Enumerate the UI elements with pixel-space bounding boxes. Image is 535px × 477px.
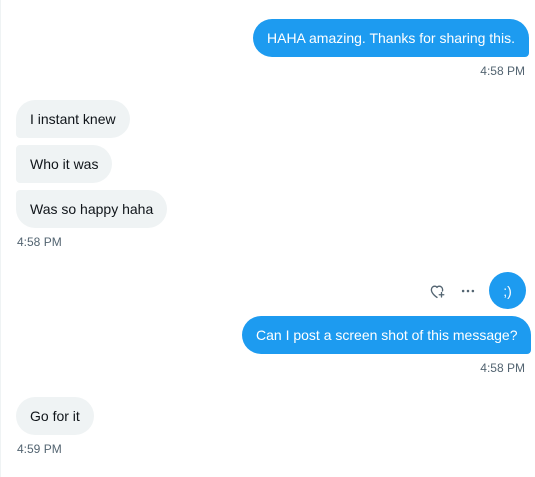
received-message[interactable]: I instant knew <box>16 100 130 138</box>
more-dots-icon <box>461 289 475 293</box>
heart-plus-icon <box>430 285 445 299</box>
like-button[interactable] <box>426 280 448 302</box>
timestamp: 4:58 PM <box>480 64 525 78</box>
received-message[interactable]: Was so happy haha <box>16 190 168 228</box>
timestamp: 4:59 PM <box>17 442 62 456</box>
timestamp: 4:58 PM <box>17 235 62 249</box>
more-options-button[interactable] <box>457 280 479 302</box>
received-message[interactable]: Who it was <box>16 145 113 183</box>
sent-message[interactable]: HAHA amazing. Thanks for sharing this. <box>253 19 529 57</box>
sent-message[interactable]: Can I post a screen shot of this message… <box>242 316 532 354</box>
sent-message[interactable]: ;) <box>489 272 526 309</box>
left-divider <box>0 0 1 477</box>
timestamp: 4:58 PM <box>480 361 525 375</box>
received-message[interactable]: Go for it <box>16 397 94 435</box>
